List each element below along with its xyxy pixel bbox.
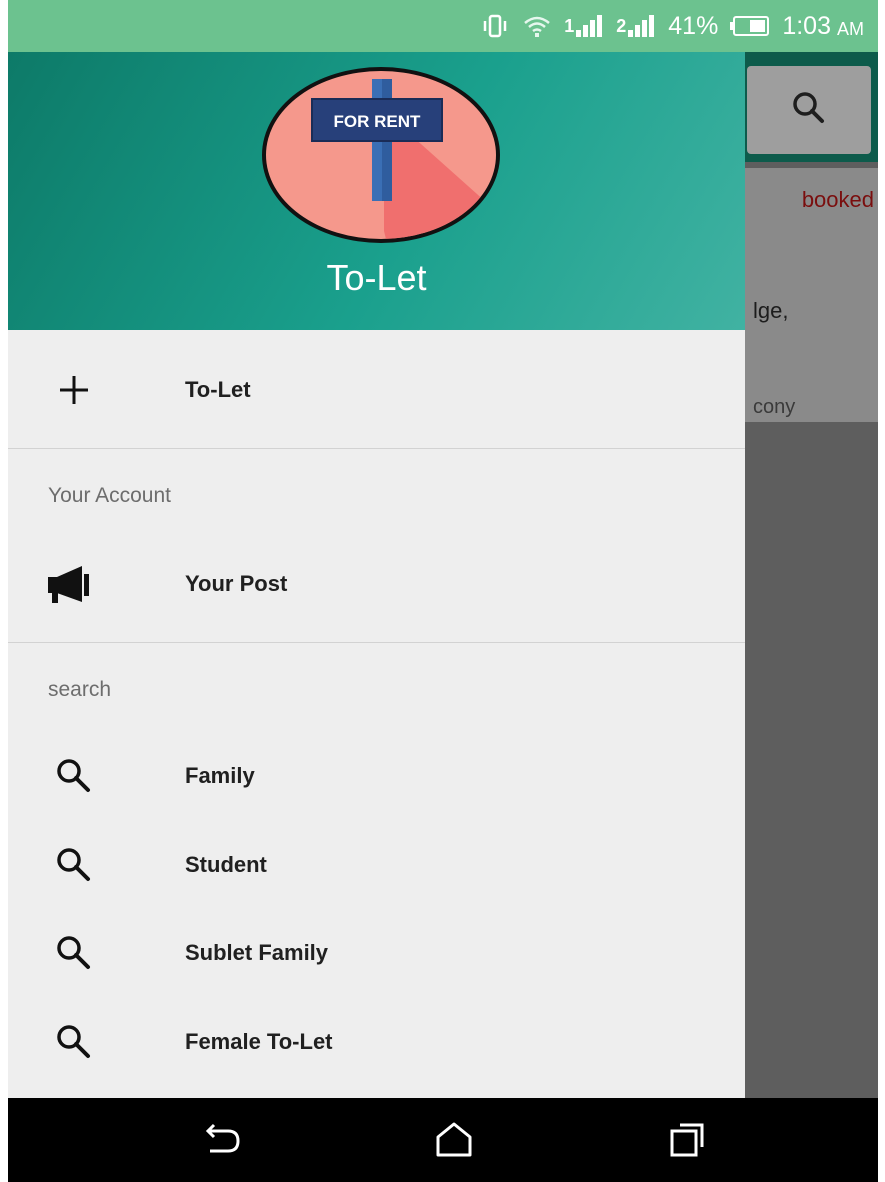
background-app: booked lge, cony — [745, 52, 878, 1098]
clock-time: 1:03 — [782, 11, 831, 40]
menu-item-search-female-to-let[interactable]: Female To-Let — [8, 1002, 745, 1082]
section-header-your-account: Your Account — [48, 484, 171, 507]
menu-item-your-post[interactable]: Your Post — [8, 544, 745, 624]
megaphone-icon — [46, 556, 102, 612]
navigation-drawer: FOR RENT To-Let To-Let Your Account Your… — [8, 52, 745, 1098]
menu-item-to-let[interactable]: To-Let — [8, 350, 745, 430]
home-icon[interactable] — [430, 1116, 478, 1164]
menu-item-search-family[interactable]: Family — [8, 736, 745, 816]
background-search-box — [747, 66, 871, 154]
search-icon — [46, 925, 102, 981]
clock-ampm: AM — [837, 18, 864, 39]
drawer-header: FOR RENT To-Let — [8, 52, 745, 330]
search-icon — [46, 837, 102, 893]
menu-item-search-sublet-family[interactable]: Sublet Family — [8, 913, 745, 993]
battery-icon — [730, 15, 770, 37]
system-nav-bar — [8, 1098, 878, 1182]
signal-sim2-icon: 2 — [616, 14, 656, 38]
background-text-line2: cony — [753, 396, 796, 418]
logo-sign-text: FOR RENT — [334, 112, 422, 131]
recents-icon[interactable] — [664, 1116, 712, 1164]
background-toolbar — [745, 52, 878, 162]
background-booked-label: booked — [801, 187, 874, 212]
signal-sim1-icon: 1 — [564, 14, 604, 38]
drawer-app-title: To-Let — [326, 257, 427, 298]
menu-item-label: Your Post — [185, 571, 288, 596]
wifi-icon — [522, 13, 552, 39]
search-icon — [46, 1014, 102, 1070]
back-icon[interactable] — [198, 1116, 246, 1164]
battery-percent: 41% — [668, 11, 719, 40]
divider — [8, 448, 745, 449]
search-icon — [46, 748, 102, 804]
menu-item-label: Sublet Family — [185, 940, 329, 965]
menu-item-label: Female To-Let — [185, 1029, 333, 1054]
menu-item-label: To-Let — [185, 377, 251, 402]
menu-item-search-student[interactable]: Student — [8, 825, 745, 905]
search-icon — [789, 88, 829, 133]
menu-item-label: Family — [185, 763, 255, 788]
menu-item-label: Student — [185, 852, 267, 877]
status-bar: 1 2 41% 1:03 AM — [8, 0, 878, 52]
section-header-search: search — [48, 678, 112, 701]
background-text-line1: lge, — [753, 298, 789, 323]
app-logo: FOR RENT — [262, 67, 500, 243]
plus-icon — [46, 362, 102, 418]
vibrate-icon — [480, 13, 510, 39]
divider — [8, 642, 745, 643]
